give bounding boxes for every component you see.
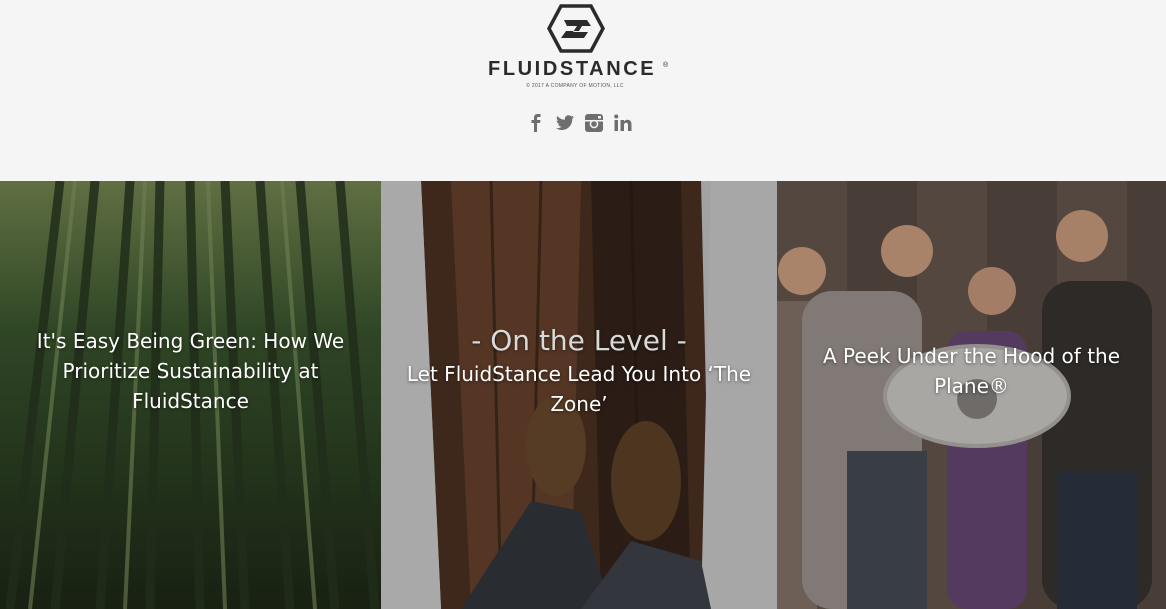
tile-text-block: - On the Level - Let FluidStance Lead Yo…	[381, 323, 777, 419]
blog-tile-plane[interactable]: A Peek Under the Hood of the Plane®	[777, 181, 1166, 609]
fluidstance-logo-icon[interactable]	[547, 4, 605, 53]
tile-title[interactable]: A Peek Under the Hood of the Plane®	[777, 341, 1166, 401]
tile-title[interactable]: Let FluidStance Lead You Into ‘The Zone’	[397, 359, 761, 419]
twitter-icon[interactable]	[555, 113, 575, 133]
copyright-text: © 2017 A COMPANY OF MOTION, LLC	[526, 83, 624, 89]
blog-tile-on-the-level[interactable]: - On the Level - Let FluidStance Lead Yo…	[381, 181, 777, 609]
brand-wordmark[interactable]: FLUIDSTANCE	[488, 58, 678, 80]
tile-kicker[interactable]: - On the Level -	[397, 323, 761, 359]
facebook-icon[interactable]	[526, 113, 546, 133]
site-header: FLUIDSTANCE ® © 2017 A COMPANY OF MOTION…	[0, 0, 1166, 181]
registered-mark: ®	[663, 62, 669, 69]
blog-tile-sustainability[interactable]: It's Easy Being Green: How We Prioritize…	[0, 181, 381, 609]
linkedin-icon[interactable]	[613, 113, 633, 133]
social-links	[526, 112, 633, 134]
instagram-icon[interactable]	[584, 113, 604, 133]
tile-title[interactable]: It's Easy Being Green: How We Prioritize…	[0, 326, 381, 416]
blog-tiles: It's Easy Being Green: How We Prioritize…	[0, 181, 1166, 609]
